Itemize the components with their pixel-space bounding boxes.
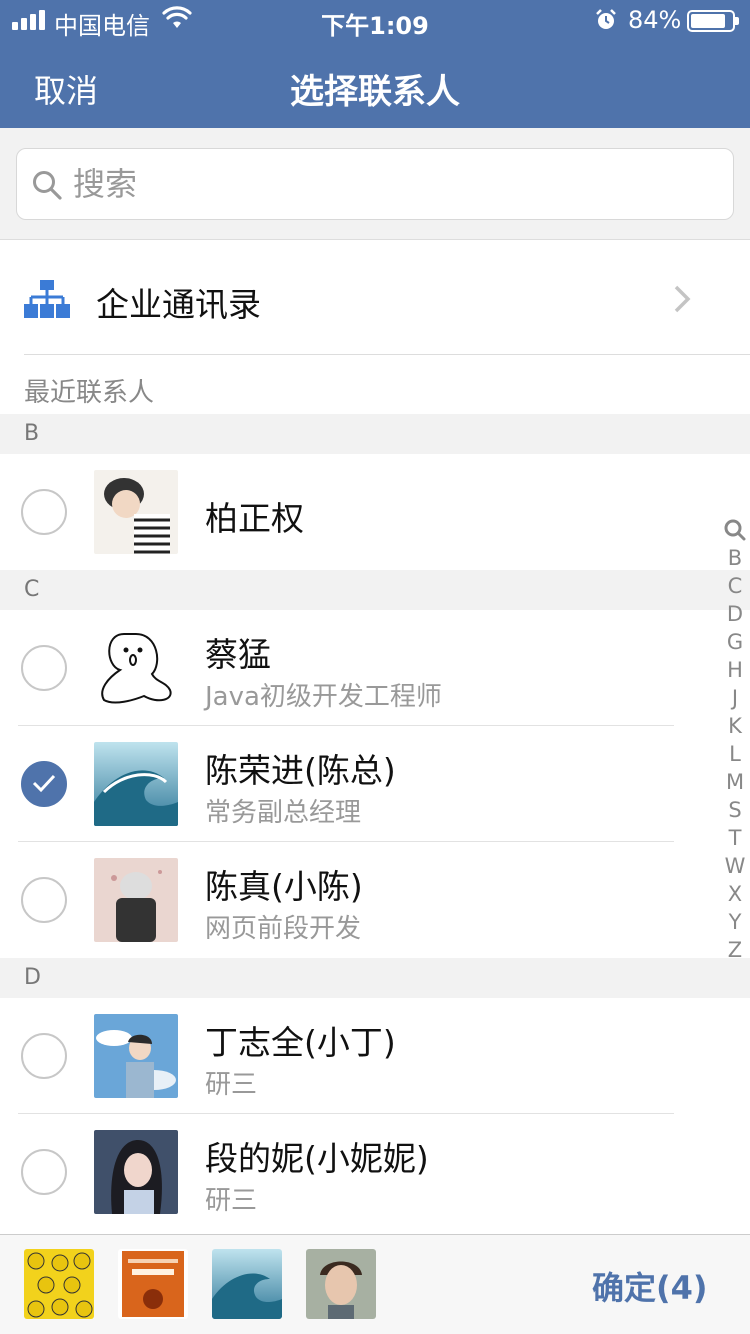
chevron-right-icon bbox=[674, 285, 691, 313]
section-header-c: C bbox=[0, 570, 750, 610]
contact-name: 柏正权 bbox=[205, 499, 304, 538]
contact-name: 段的妮(小妮妮) bbox=[205, 1139, 429, 1178]
recent-contacts-label: 最近联系人 bbox=[24, 378, 155, 408]
index-letter[interactable]: S bbox=[722, 796, 748, 824]
selected-avatar[interactable] bbox=[24, 1249, 94, 1319]
contact-name: 丁志全(小丁) bbox=[205, 1023, 396, 1062]
contact-role: 研三 bbox=[205, 1186, 258, 1216]
index-letter[interactable]: G bbox=[722, 628, 748, 656]
confirm-button[interactable]: 确定(4) bbox=[592, 1263, 708, 1309]
divider bbox=[24, 354, 750, 355]
contact-role: 网页前段开发 bbox=[205, 914, 362, 944]
org-chart-icon bbox=[24, 280, 70, 318]
select-radio[interactable] bbox=[21, 645, 67, 691]
contact-row[interactable]: 陈真(小陈) 网页前段开发 bbox=[0, 842, 750, 958]
checkmark-icon bbox=[32, 774, 56, 793]
index-letter[interactable]: J bbox=[722, 684, 748, 712]
search-box[interactable] bbox=[16, 148, 734, 220]
select-radio[interactable] bbox=[21, 489, 67, 535]
battery-icon bbox=[687, 10, 739, 32]
header-bar: 中国电信 下午1:09 84% 取消 选择联系人 bbox=[0, 0, 750, 128]
avatar bbox=[94, 742, 178, 826]
index-letter[interactable]: H bbox=[722, 656, 748, 684]
index-letter[interactable]: C bbox=[722, 572, 748, 600]
index-letter[interactable]: M bbox=[722, 768, 748, 796]
selected-avatar[interactable] bbox=[118, 1249, 188, 1319]
alarm-clock-icon bbox=[596, 9, 616, 29]
battery-percentage: 84% bbox=[628, 6, 682, 34]
section-header-b: B bbox=[0, 414, 750, 454]
select-radio-checked[interactable] bbox=[21, 761, 67, 807]
enterprise-directory-row[interactable]: 企业通讯录 bbox=[0, 240, 750, 355]
index-letter[interactable]: L bbox=[722, 740, 748, 768]
index-letter[interactable]: X bbox=[722, 880, 748, 908]
alphabet-index[interactable]: B C D G H J K L M S T W X Y Z bbox=[722, 516, 748, 964]
index-letter[interactable]: Y bbox=[722, 908, 748, 936]
search-area bbox=[0, 128, 750, 240]
contact-name: 陈真(小陈) bbox=[205, 867, 363, 906]
status-bar: 中国电信 下午1:09 84% bbox=[0, 0, 750, 40]
index-letter[interactable]: W bbox=[722, 852, 748, 880]
index-letter[interactable]: Z bbox=[722, 936, 748, 964]
index-letter[interactable]: K bbox=[722, 712, 748, 740]
selected-avatar[interactable] bbox=[306, 1249, 376, 1319]
index-letter[interactable]: T bbox=[722, 824, 748, 852]
contact-row[interactable]: 柏正权 bbox=[0, 454, 750, 570]
section-header-d: D bbox=[0, 958, 750, 998]
enterprise-directory-label: 企业通讯录 bbox=[96, 285, 261, 324]
index-letter[interactable]: D bbox=[722, 600, 748, 628]
avatar bbox=[94, 626, 178, 710]
contact-role: Java初级开发工程师 bbox=[205, 682, 442, 712]
contact-row[interactable]: 段的妮(小妮妮) 研三 bbox=[0, 1114, 750, 1230]
contact-role: 研三 bbox=[205, 1070, 258, 1100]
contact-role: 常务副总经理 bbox=[205, 798, 362, 828]
avatar bbox=[94, 470, 178, 554]
select-radio[interactable] bbox=[21, 1149, 67, 1195]
contact-row[interactable]: 丁志全(小丁) 研三 bbox=[0, 998, 750, 1114]
select-radio[interactable] bbox=[21, 1033, 67, 1079]
index-search-icon[interactable] bbox=[722, 516, 748, 544]
page-title: 选择联系人 bbox=[290, 72, 460, 112]
contact-name: 陈荣进(陈总) bbox=[205, 751, 396, 790]
selected-avatar[interactable] bbox=[212, 1249, 282, 1319]
contact-name: 蔡猛 bbox=[205, 635, 271, 674]
avatar bbox=[94, 1014, 178, 1098]
avatar bbox=[94, 858, 178, 942]
contact-row[interactable]: 陈荣进(陈总) 常务副总经理 bbox=[0, 726, 750, 842]
index-letter[interactable]: B bbox=[722, 544, 748, 572]
selection-bar: 确定(4) bbox=[0, 1234, 750, 1334]
select-radio[interactable] bbox=[21, 877, 67, 923]
search-input[interactable] bbox=[73, 161, 713, 207]
search-icon bbox=[33, 171, 62, 200]
avatar bbox=[94, 1130, 178, 1214]
contact-row[interactable]: 蔡猛 Java初级开发工程师 bbox=[0, 610, 750, 726]
nav-bar: 取消 选择联系人 bbox=[0, 40, 750, 128]
